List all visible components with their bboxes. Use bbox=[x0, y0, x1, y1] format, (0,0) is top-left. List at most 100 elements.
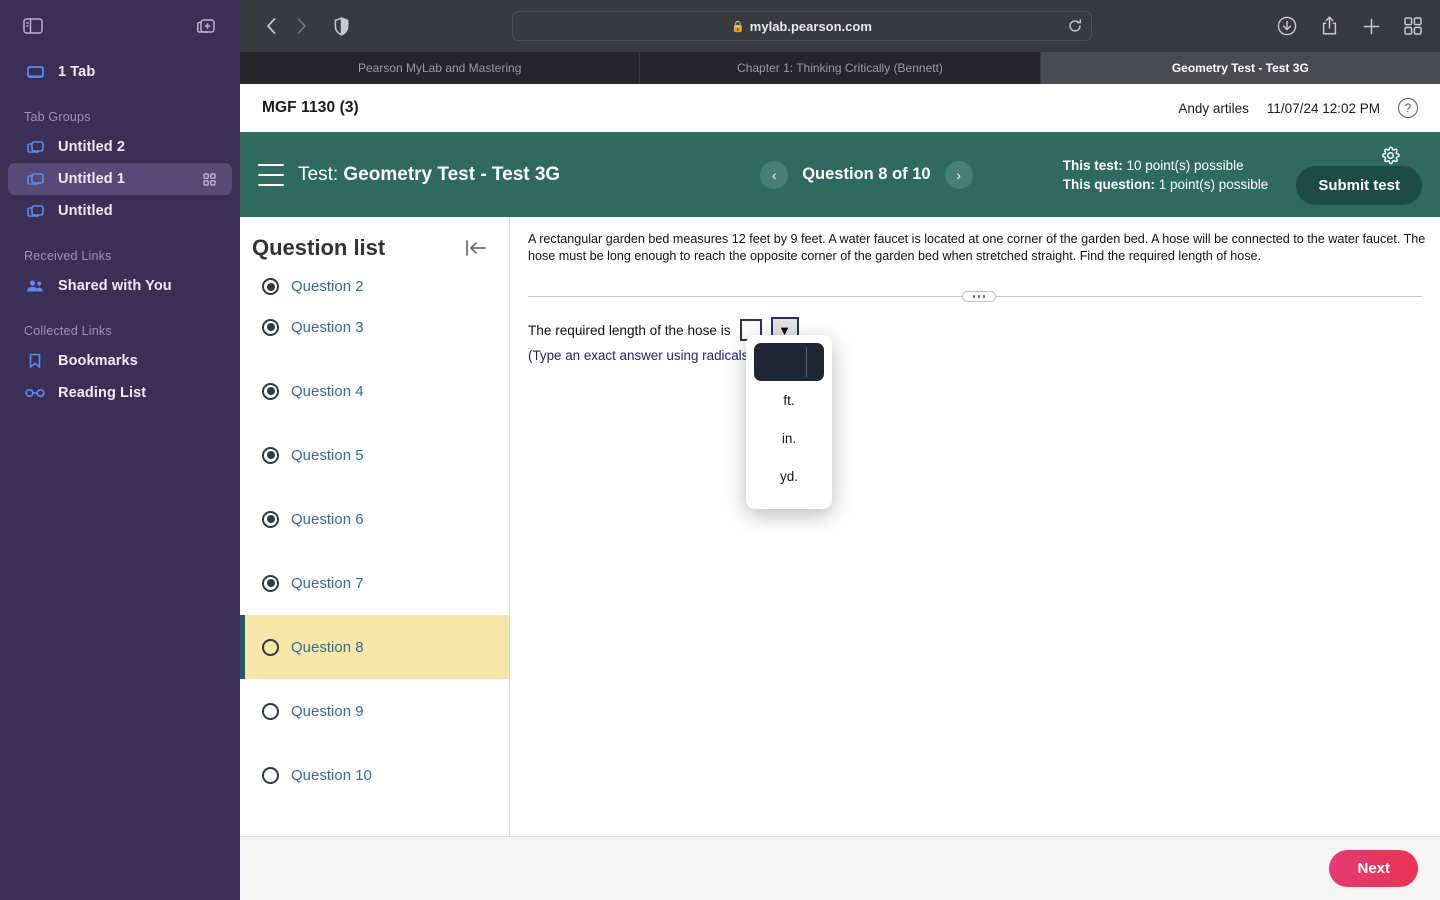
course-title: MGF 1130 (3) bbox=[262, 99, 359, 116]
tab-overview-icon[interactable] bbox=[1402, 15, 1424, 37]
question-list-item-2[interactable]: Question 2 bbox=[240, 271, 509, 295]
question-points-row: This question: 1 point(s) possible bbox=[1063, 175, 1269, 194]
question-list-item-7[interactable]: Question 7 bbox=[240, 551, 509, 615]
sidebar-item-bookmarks[interactable]: Bookmarks bbox=[8, 345, 232, 377]
question-list-item-label: Question 6 bbox=[291, 510, 364, 528]
question-list-item-6[interactable]: Question 6 bbox=[240, 487, 509, 551]
question-mark-icon[interactable]: ? bbox=[1398, 98, 1418, 118]
lock-icon: 🔒 bbox=[731, 20, 745, 33]
test-points-label: This test: bbox=[1062, 157, 1127, 173]
tab-geometry-test[interactable]: Geometry Test - Test 3G bbox=[1040, 52, 1440, 84]
sidebar-section-heading: Tab Groups bbox=[24, 110, 91, 124]
sidebar-item-label: Reading List bbox=[58, 385, 147, 401]
course-bar: MGF 1130 (3) Andy artiles 11/07/24 12:02… bbox=[240, 84, 1440, 132]
pearson-page: MGF 1130 (3) Andy artiles 11/07/24 12:02… bbox=[240, 84, 1440, 900]
sidebar-top-bar bbox=[0, 0, 240, 52]
answered-radio-icon bbox=[262, 278, 279, 295]
answer-label: The required length of the hose is bbox=[528, 322, 731, 338]
tab-chapter-1[interactable]: Chapter 1: Thinking Critically (Bennett) bbox=[640, 52, 1041, 84]
answer-hint: (Type an exact answer using radicals as … bbox=[528, 348, 823, 363]
url-bar-container: 🔒 mylab.pearson.com bbox=[349, 11, 1254, 41]
grid-icon[interactable] bbox=[203, 172, 216, 186]
plus-icon[interactable] bbox=[1360, 15, 1382, 37]
answered-radio-icon bbox=[262, 318, 279, 336]
unanswered-radio-icon bbox=[262, 702, 279, 720]
question-points-value: 1 point(s) possible bbox=[1158, 176, 1269, 192]
tab-group-icon bbox=[24, 172, 46, 187]
sidebar-item-label: Untitled 2 bbox=[58, 139, 126, 155]
sidebar-item-tabs[interactable]: 1 Tab bbox=[8, 56, 232, 88]
next-button[interactable]: Next bbox=[1329, 850, 1418, 887]
sidebar-item-label: Untitled 1 bbox=[58, 171, 126, 187]
question-points-label: This question: bbox=[1062, 176, 1159, 192]
previous-question-button[interactable]: ‹ bbox=[760, 160, 789, 189]
question-list-item-label: Question 2 bbox=[291, 278, 364, 295]
collapse-panel-icon[interactable] bbox=[465, 238, 487, 258]
share-icon[interactable] bbox=[1318, 15, 1340, 37]
hamburger-menu-icon[interactable] bbox=[258, 163, 284, 186]
sidebar-item-label: Shared with You bbox=[58, 278, 172, 294]
test-title-prefix: Test: bbox=[298, 163, 344, 185]
chevron-left-icon[interactable] bbox=[256, 11, 286, 41]
reload-icon[interactable] bbox=[1068, 19, 1082, 33]
answered-radio-icon bbox=[262, 574, 279, 592]
question-list-scroll[interactable]: Question 2 Question 3 Question 4 Questio… bbox=[240, 271, 509, 836]
unit-option-ft[interactable]: ft. bbox=[754, 381, 824, 419]
new-tab-group-icon[interactable] bbox=[194, 13, 220, 39]
course-bar-right: Andy artiles 11/07/24 12:02 PM ? bbox=[1178, 98, 1418, 118]
question-list-item-3[interactable]: Question 3 bbox=[240, 295, 509, 359]
answered-radio-icon bbox=[262, 446, 279, 464]
tab-group-icon bbox=[24, 140, 46, 155]
unit-option-in[interactable]: in. bbox=[754, 419, 824, 457]
question-navigation: ‹ Question 8 of 10 › bbox=[760, 160, 973, 189]
sidebar-section-heading: Collected Links bbox=[24, 324, 112, 338]
chevron-right-icon[interactable] bbox=[286, 11, 316, 41]
tab-pearson-mylab[interactable]: Pearson MyLab and Mastering bbox=[240, 52, 641, 84]
browser-window: 🔒 mylab.pearson.com Pearson MyLab and Ma… bbox=[240, 0, 1440, 900]
unit-option-blank[interactable] bbox=[754, 343, 824, 381]
test-title-name: Geometry Test - Test 3G bbox=[343, 163, 561, 185]
question-list-item-label: Question 7 bbox=[291, 574, 364, 592]
browser-toolbar: 🔒 mylab.pearson.com bbox=[240, 0, 1440, 52]
question-list-item-9[interactable]: Question 9 bbox=[240, 679, 509, 743]
download-icon[interactable] bbox=[1276, 15, 1298, 37]
question-list-item-label: Question 9 bbox=[291, 702, 364, 720]
question-list-panel: Question list Question 2 Question 3 Ques… bbox=[240, 217, 510, 836]
question-position-label: Question 8 of 10 bbox=[802, 165, 931, 183]
bookmark-icon bbox=[24, 353, 46, 369]
question-list-item-5[interactable]: Question 5 bbox=[240, 423, 509, 487]
sidebar-item-shared-with-you[interactable]: Shared with You bbox=[8, 270, 232, 302]
unit-option-yd[interactable]: yd. bbox=[754, 457, 824, 495]
unit-dropdown-menu[interactable]: ft. in. yd. bbox=[746, 335, 832, 509]
datetime-label: 11/07/24 12:02 PM bbox=[1266, 100, 1380, 116]
question-list-item-8[interactable]: Question 8 bbox=[240, 615, 509, 679]
browser-sidebar: 1 Tab Tab Groups Untitled 2 Untitled 1 U… bbox=[0, 0, 240, 900]
url-bar[interactable]: 🔒 mylab.pearson.com bbox=[511, 11, 1092, 41]
unanswered-radio-icon bbox=[262, 638, 279, 656]
question-list-item-label: Question 5 bbox=[291, 446, 364, 464]
answer-row: The required length of the hose is ▼ bbox=[528, 317, 1430, 343]
tab-group-icon bbox=[24, 204, 46, 219]
sidebar-item-reading-list[interactable]: Reading List bbox=[8, 377, 232, 409]
sidebar-item-untitled[interactable]: Untitled bbox=[8, 195, 232, 227]
question-prompt: A rectangular garden bed measures 12 fee… bbox=[528, 232, 1426, 263]
privacy-shield-icon[interactable] bbox=[334, 16, 349, 36]
question-list-item-10[interactable]: Question 10 bbox=[240, 743, 509, 807]
test-body: Question list Question 2 Question 3 Ques… bbox=[240, 217, 1440, 836]
question-list-item-label: Question 10 bbox=[291, 766, 372, 784]
user-name: Andy artiles bbox=[1178, 100, 1249, 116]
next-question-button[interactable]: › bbox=[944, 160, 973, 189]
test-title: Test: Geometry Test - Test 3G bbox=[298, 164, 560, 186]
sidebar-icon[interactable] bbox=[20, 13, 46, 39]
page-footer: Next bbox=[240, 836, 1440, 900]
answered-radio-icon bbox=[262, 510, 279, 528]
submit-test-button[interactable]: Submit test bbox=[1296, 166, 1422, 205]
question-list-item-4[interactable]: Question 4 bbox=[240, 359, 509, 423]
gear-icon[interactable] bbox=[1381, 146, 1400, 165]
test-points-row: This test: 10 point(s) possible bbox=[1063, 156, 1269, 175]
toolbar-right-actions bbox=[1276, 15, 1424, 37]
resize-grip-handle[interactable] bbox=[962, 291, 996, 302]
question-list-item-label: Question 4 bbox=[291, 382, 364, 400]
sidebar-item-untitled-2[interactable]: Untitled 2 bbox=[8, 131, 232, 163]
sidebar-item-untitled-1[interactable]: Untitled 1 bbox=[8, 163, 232, 195]
